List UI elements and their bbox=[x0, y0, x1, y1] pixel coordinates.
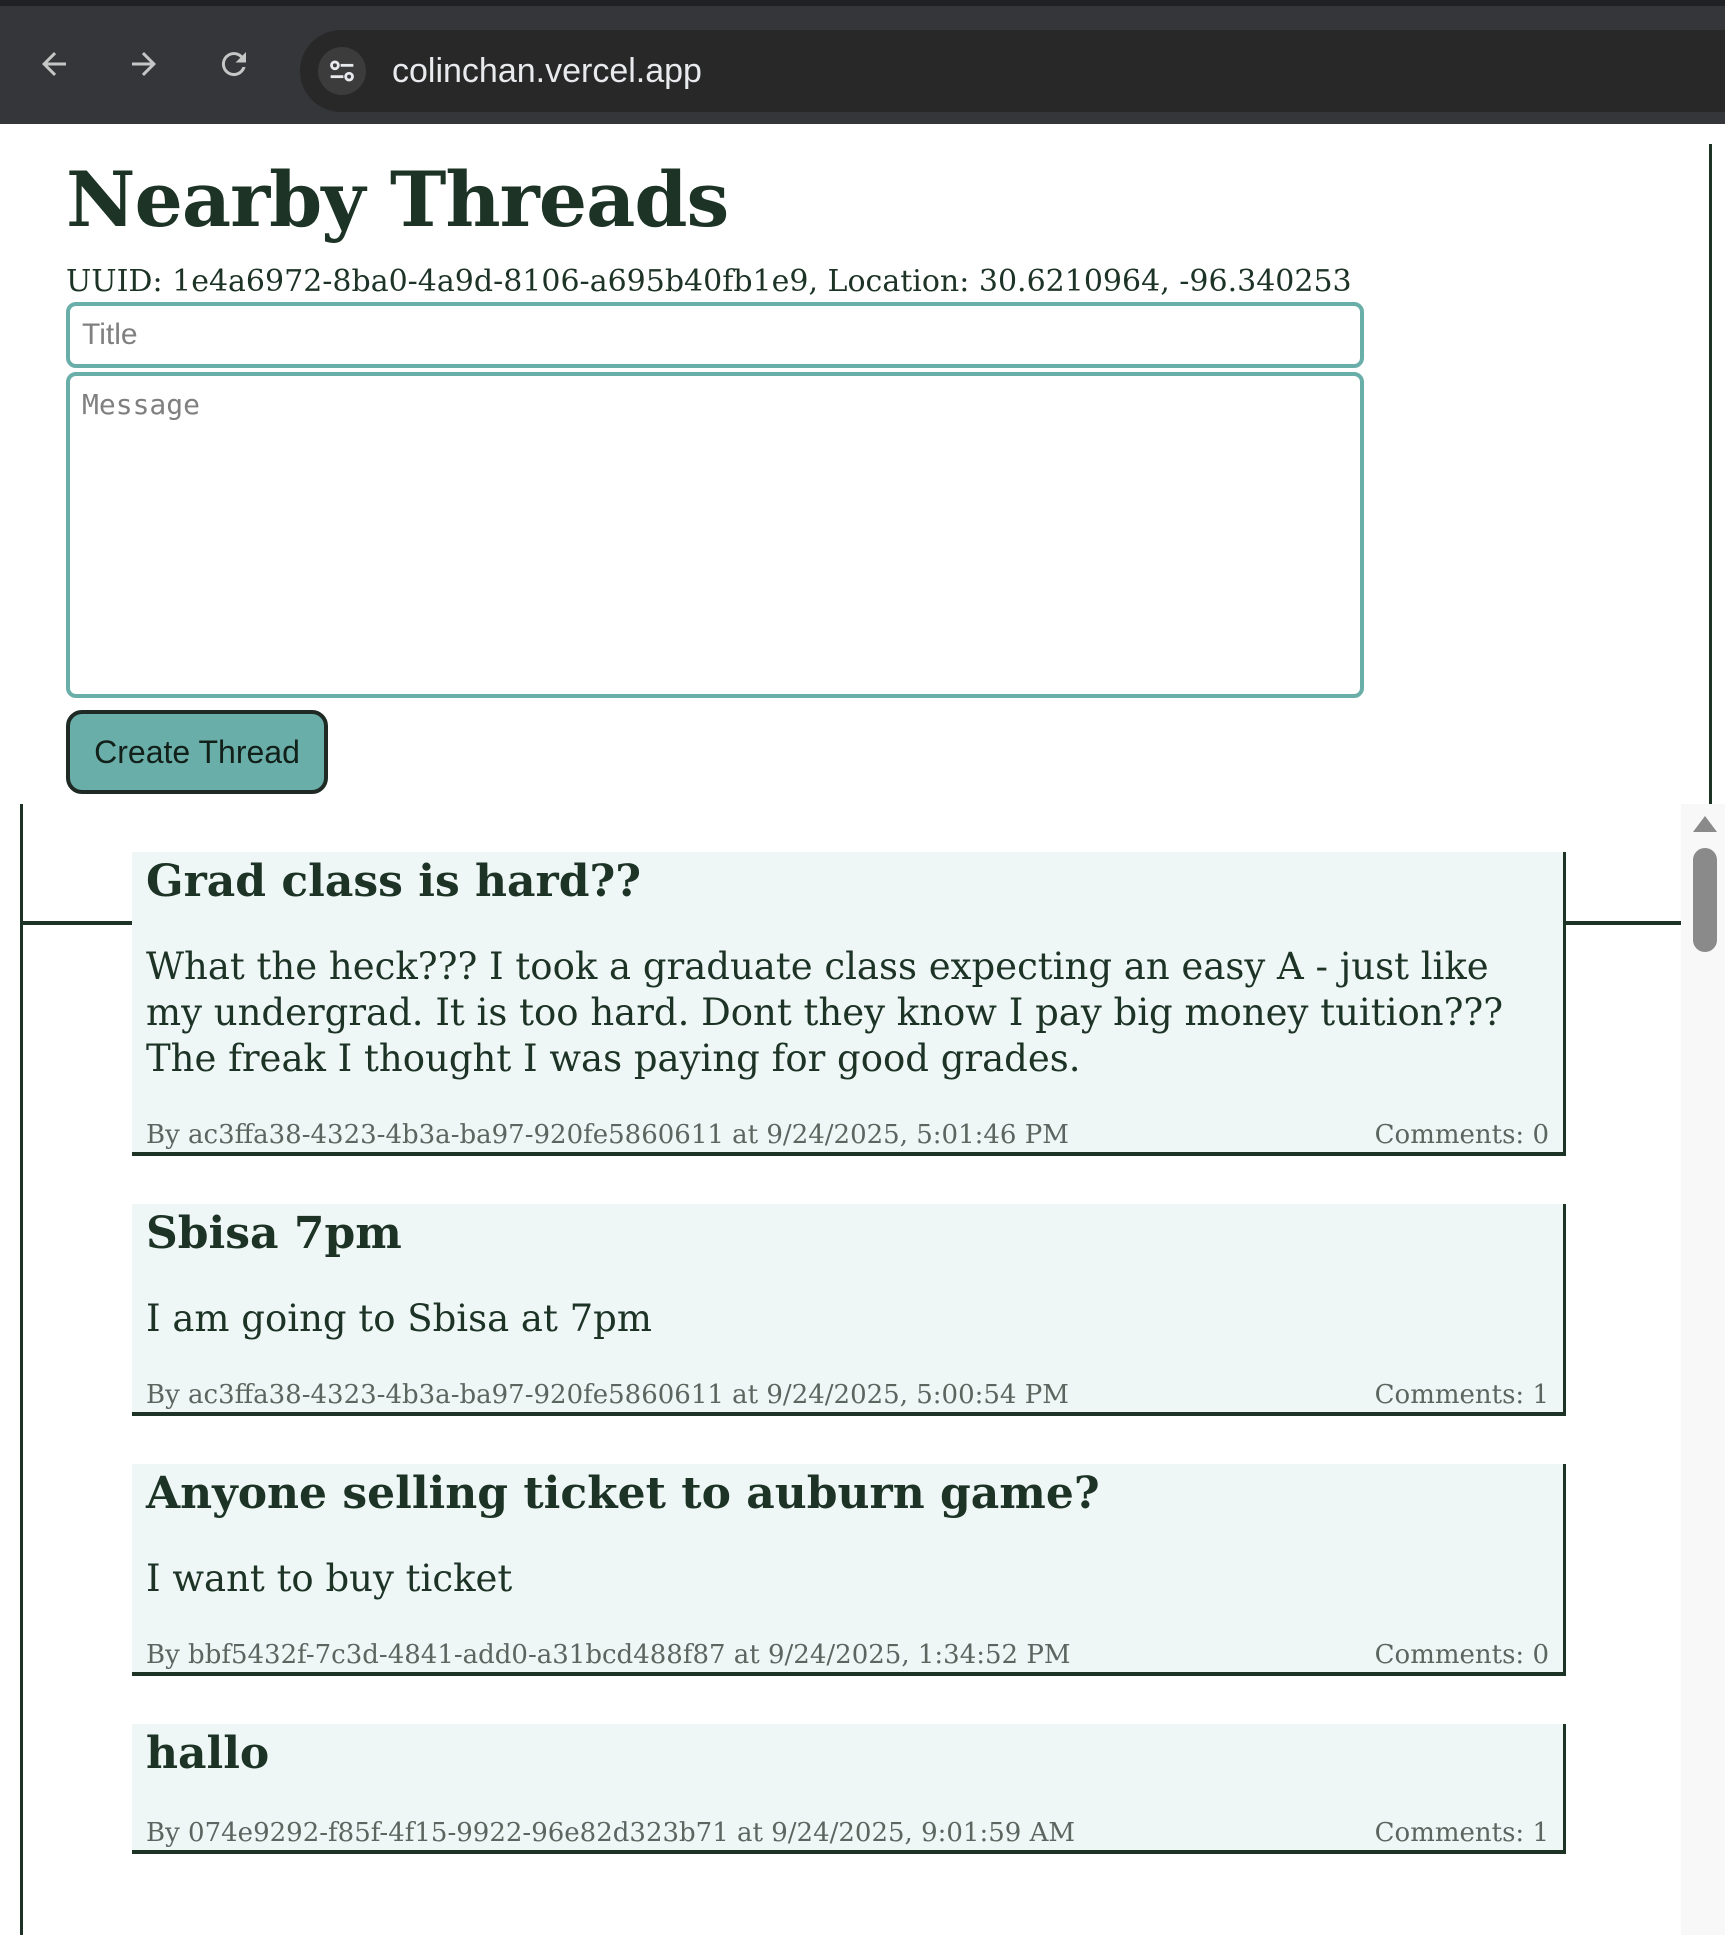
thread-card[interactable]: Anyone selling ticket to auburn game? I … bbox=[132, 1464, 1566, 1676]
thread-meta: By ac3ffa38-4323-4b3a-ba97-920fe5860611 … bbox=[146, 1118, 1549, 1152]
back-button[interactable] bbox=[30, 40, 78, 88]
forward-button[interactable] bbox=[120, 40, 168, 88]
page-title: Nearby Threads bbox=[66, 155, 729, 244]
url-text[interactable]: colinchan.vercel.app bbox=[392, 48, 702, 94]
comment-count[interactable]: Comments: 1 bbox=[1375, 1816, 1549, 1850]
thread-card[interactable]: hallo By 074e9292-f85f-4f15-9922-96e82d3… bbox=[132, 1724, 1566, 1854]
page: Nearby Threads UUID: 1e4a6972-8ba0-4a9d-… bbox=[0, 124, 1725, 1935]
thread-title[interactable]: Anyone selling ticket to auburn game? bbox=[146, 1464, 1549, 1522]
thread-list: Grad class is hard?? What the heck??? I … bbox=[132, 852, 1566, 1902]
thread-body: I want to buy ticket bbox=[146, 1557, 513, 1600]
thread-meta: By bbf5432f-7c3d-4841-add0-a31bcd488f87 … bbox=[146, 1638, 1549, 1672]
scrollbar[interactable] bbox=[1681, 804, 1725, 1935]
address-bar[interactable]: colinchan.vercel.app bbox=[300, 30, 1725, 112]
comment-count[interactable]: Comments: 0 bbox=[1375, 1118, 1549, 1152]
scrollbar-thumb[interactable] bbox=[1693, 848, 1717, 952]
thread-byline: By bbf5432f-7c3d-4841-add0-a31bcd488f87 … bbox=[146, 1640, 1071, 1670]
thread-body: I am going to Sbisa at 7pm bbox=[146, 1297, 652, 1340]
arrow-left-icon bbox=[42, 52, 66, 76]
thread-meta: By ac3ffa38-4323-4b3a-ba97-920fe5860611 … bbox=[146, 1378, 1549, 1412]
thread-byline: By ac3ffa38-4323-4b3a-ba97-920fe5860611 … bbox=[146, 1380, 1069, 1410]
tune-icon bbox=[330, 60, 354, 82]
thread-byline: By ac3ffa38-4323-4b3a-ba97-920fe5860611 … bbox=[146, 1120, 1069, 1150]
comment-count[interactable]: Comments: 1 bbox=[1375, 1378, 1549, 1412]
site-info-button[interactable] bbox=[318, 47, 366, 95]
thread-byline: By 074e9292-f85f-4f15-9922-96e82d323b71 … bbox=[146, 1818, 1075, 1848]
arrow-right-icon bbox=[132, 52, 156, 76]
thread-list-container[interactable]: Grad class is hard?? What the heck??? I … bbox=[20, 804, 1725, 1935]
thread-card[interactable]: Grad class is hard?? What the heck??? I … bbox=[132, 852, 1566, 1156]
scroll-up-arrow-icon[interactable] bbox=[1693, 816, 1717, 832]
thread-meta: By 074e9292-f85f-4f15-9922-96e82d323b71 … bbox=[146, 1816, 1549, 1850]
thread-title[interactable]: hallo bbox=[146, 1724, 1549, 1782]
uuid-location-info: UUID: 1e4a6972-8ba0-4a9d-8106-a695b40fb1… bbox=[66, 264, 1352, 299]
thread-card[interactable]: Sbisa 7pm I am going to Sbisa at 7pm By … bbox=[132, 1204, 1566, 1416]
create-thread-button[interactable]: Create Thread bbox=[66, 710, 328, 794]
message-input[interactable] bbox=[66, 372, 1364, 698]
thread-title[interactable]: Grad class is hard?? bbox=[146, 852, 1549, 910]
title-input[interactable] bbox=[66, 302, 1364, 368]
thread-body: What the heck??? I took a graduate class… bbox=[146, 945, 1504, 1080]
browser-toolbar: colinchan.vercel.app bbox=[0, 0, 1725, 124]
reload-button[interactable] bbox=[210, 40, 258, 88]
comment-count[interactable]: Comments: 0 bbox=[1375, 1638, 1549, 1672]
thread-title[interactable]: Sbisa 7pm bbox=[146, 1204, 1549, 1262]
reload-icon bbox=[221, 52, 246, 77]
